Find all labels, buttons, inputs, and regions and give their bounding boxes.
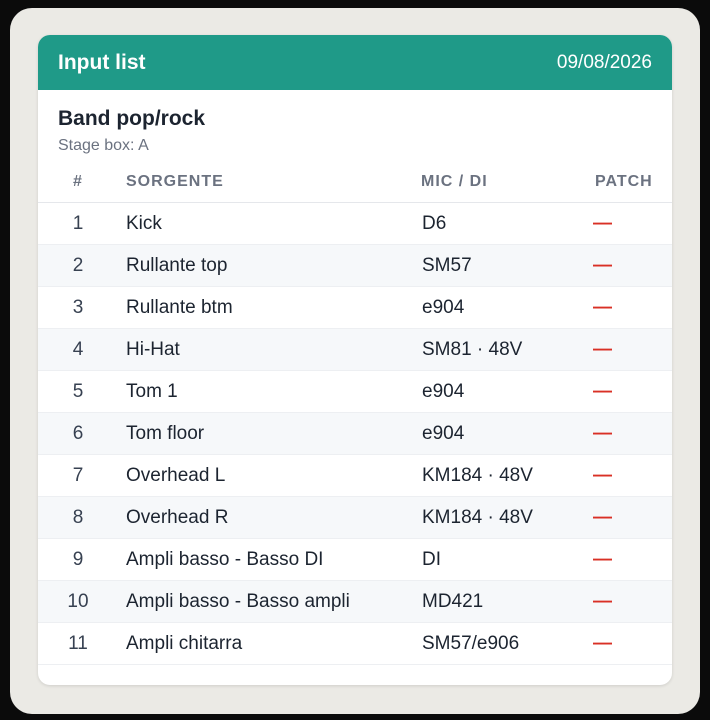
row-number: 3 <box>38 286 118 329</box>
row-source: Ampli chitarra <box>118 622 421 665</box>
row-number: 2 <box>38 244 118 287</box>
row-source: Rullante top <box>118 244 421 287</box>
row-patch: — <box>581 538 672 581</box>
row-source: Kick <box>118 202 421 245</box>
row-patch: — <box>581 412 672 455</box>
row-source: Rullante btm <box>118 286 421 329</box>
row-mic: SM81 · 48V <box>421 328 581 371</box>
row-number: 9 <box>38 538 118 581</box>
row-patch: — <box>581 622 672 665</box>
row-source: Overhead R <box>118 496 421 539</box>
band-info: Band pop/rock Stage box: A <box>38 90 672 162</box>
row-mic: e904 <box>421 286 581 329</box>
table-row: 6 Tom floor e904— <box>38 412 672 455</box>
row-mic: D6 <box>421 202 581 245</box>
row-source: Tom 1 <box>118 370 421 413</box>
row-mic: SM57 <box>421 244 581 287</box>
row-mic: SM57/e906 <box>421 622 581 665</box>
row-patch: — <box>581 202 672 245</box>
card-title: Input list <box>58 50 146 74</box>
row-mic: DI <box>421 538 581 581</box>
row-mic: e904 <box>421 412 581 455</box>
row-mic: KM184 · 48V <box>421 496 581 539</box>
column-header-number: # <box>38 162 118 203</box>
stage-box-label: Stage box: A <box>58 137 149 154</box>
table-row: 5 Tom 1 e904— <box>38 370 672 413</box>
column-header-source: SORGENTE <box>118 162 421 203</box>
row-source: Hi-Hat <box>118 328 421 371</box>
column-header-mic: MIC / DI <box>421 162 581 203</box>
row-source: Ampli basso - Basso DI <box>118 538 421 581</box>
row-number: 5 <box>38 370 118 413</box>
table-row: 7 Overhead L KM184 · 48V — <box>38 454 672 497</box>
row-source: Tom floor <box>118 412 421 455</box>
input-list-card: Input list 09/08/2026 Band pop/rock Stag… <box>38 35 672 685</box>
table-row: 8 Overhead R KM184 · 48V — <box>38 496 672 539</box>
table-row: 11 Ampli chitarra SM57/e906— <box>38 622 672 665</box>
row-number: 4 <box>38 328 118 371</box>
table-row: 3 Rullante btm e904— <box>38 286 672 329</box>
row-patch: — <box>581 370 672 413</box>
row-number: 8 <box>38 496 118 539</box>
screen-frame: Input list 09/08/2026 Band pop/rock Stag… <box>10 8 700 714</box>
row-number: 10 <box>38 580 118 623</box>
row-source: Overhead L <box>118 454 421 497</box>
table-row: 1 Kick D6— <box>38 202 672 245</box>
row-number: 11 <box>38 622 118 665</box>
band-name: Band pop/rock <box>58 107 206 130</box>
table-row: 9 Ampli basso - Basso DI DI — <box>38 538 672 581</box>
row-patch: — <box>581 286 672 329</box>
row-patch: — <box>581 328 672 371</box>
row-patch: — <box>581 580 672 623</box>
row-patch: — <box>581 244 672 287</box>
table-row: 4 Hi-Hat SM81 · 48V — <box>38 328 672 371</box>
row-patch: — <box>581 454 672 497</box>
row-mic: KM184 · 48V <box>421 454 581 497</box>
input-table: # SORGENTE MIC / DI PATCH 1 Kick D6—2 Rulla… <box>38 162 672 665</box>
table-row: 10 Ampli basso - Basso ampli MD421— <box>38 580 672 623</box>
card-header: Input list 09/08/2026 <box>38 35 672 90</box>
row-number: 1 <box>38 202 118 245</box>
row-number: 6 <box>38 412 118 455</box>
card-date: 09/08/2026 <box>556 51 652 73</box>
row-number: 7 <box>38 454 118 497</box>
row-patch: — <box>581 496 672 539</box>
row-source: Ampli basso - Basso ampli <box>118 580 421 623</box>
table-row: 2 Rullante top SM57— <box>38 244 672 287</box>
table-header-row: # SORGENTE MIC / DI PATCH <box>38 162 672 203</box>
column-header-patch: PATCH <box>581 162 672 203</box>
row-mic: MD421 <box>421 580 581 623</box>
row-mic: e904 <box>421 370 581 413</box>
